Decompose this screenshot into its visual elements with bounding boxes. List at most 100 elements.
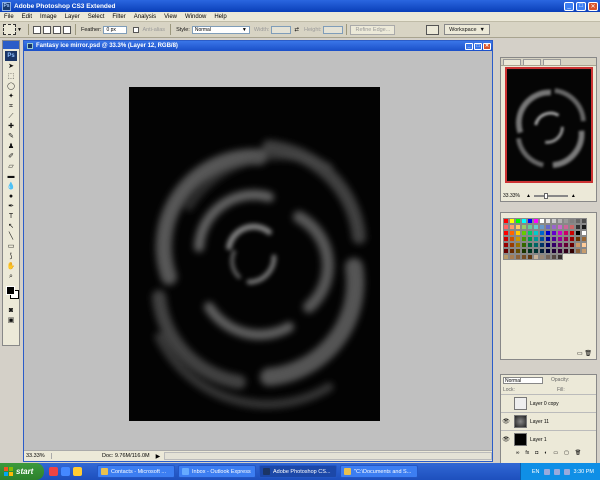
layer-mask-icon[interactable]: ◘ [535,450,538,456]
tab-info[interactable] [543,59,561,65]
menu-file[interactable]: File [0,14,18,20]
adjustment-layer-icon[interactable]: ◐ [544,450,547,456]
language-indicator[interactable]: EN [532,469,540,475]
menu-view[interactable]: View [160,14,181,20]
menu-layer[interactable]: Layer [61,14,84,20]
document-title-bar[interactable]: Fantasy ice mirror.psd @ 33.3% (Layer 12… [24,41,492,51]
palette-well-icon[interactable] [426,24,440,35]
subtract-from-selection-icon[interactable] [52,25,61,34]
new-group-icon[interactable]: ▭ [553,450,558,456]
layer-style-icon[interactable]: fx [525,450,529,456]
blur-tool-icon[interactable]: 💧 [5,183,17,191]
menu-image[interactable]: Image [36,14,61,20]
start-button[interactable]: start [0,463,44,480]
type-tool-icon[interactable]: T [5,213,17,221]
path-selection-tool-icon[interactable]: ↖ [5,223,17,231]
zoom-level-field[interactable]: 33.33% [24,453,52,459]
taskbar-button-inbox[interactable]: Inbox - Outlook Express [178,465,256,478]
taskbar-button-contacts[interactable]: Contacts - Microsoft ... [97,465,175,478]
photoshop-logo-icon[interactable]: Ps [5,51,17,61]
blend-mode-select[interactable]: Normal [503,376,543,384]
quick-launch-icon[interactable] [49,467,58,476]
tab-histogram[interactable] [523,59,541,65]
navigator-zoom-slider[interactable] [533,192,568,199]
eye-icon[interactable]: 👁 [501,436,511,443]
add-to-selection-icon[interactable] [42,25,51,34]
swap-dimensions-icon[interactable]: ⇄ [294,27,299,33]
healing-brush-tool-icon[interactable]: ✚ [5,123,17,131]
brush-tool-icon[interactable]: ✎ [5,133,17,141]
zoom-out-icon[interactable]: ▲ [526,193,531,199]
screen-mode-icon[interactable]: ▣ [5,317,17,325]
new-selection-icon[interactable] [32,25,41,34]
tray-icon[interactable] [543,468,550,475]
color-swatch[interactable] [557,254,563,260]
image-canvas[interactable] [129,87,380,421]
volume-icon[interactable] [563,468,570,475]
style-select[interactable]: Normal ▼ [191,25,250,34]
height-input[interactable] [323,25,344,34]
antialias-checkbox[interactable] [133,26,140,33]
move-tool-icon[interactable]: ➤ [5,63,17,71]
dodge-tool-icon[interactable]: ● [5,193,17,201]
menu-edit[interactable]: Edit [18,14,36,20]
slider-knob[interactable] [543,192,548,199]
foreground-color[interactable] [6,286,15,295]
width-input[interactable] [271,25,292,34]
new-layer-icon[interactable]: ▢ [564,450,569,456]
status-menu-arrow-icon[interactable]: ▶ [156,453,161,460]
quick-launch-icon[interactable] [73,467,82,476]
tab-navigator[interactable] [503,59,521,65]
eyedropper-tool-icon[interactable]: ⟆ [5,253,17,261]
eraser-tool-icon[interactable]: ▱ [5,163,17,171]
tray-icon[interactable] [553,468,560,475]
zoom-in-icon[interactable]: ▲ [571,193,576,199]
workspace-button[interactable]: Workspace ▼ [444,24,490,35]
panel-grip[interactable] [3,41,19,49]
magic-wand-tool-icon[interactable]: ✦ [5,93,17,101]
gradient-tool-icon[interactable]: ▬ [5,173,17,181]
layer-row[interactable]: 👁 Layer 11 [501,412,596,430]
navigator-zoom[interactable]: 33.33% [503,193,520,199]
horizontal-scrollbar[interactable] [164,452,492,460]
hand-tool-icon[interactable]: ✋ [5,263,17,271]
shape-tool-icon[interactable]: ╲ [5,233,17,241]
feather-input[interactable]: 0 px [103,25,128,34]
layer-row[interactable]: Layer 0 copy [501,394,596,412]
menu-analysis[interactable]: Analysis [130,14,160,20]
layer-row[interactable]: 👁 Layer 1 [501,430,596,448]
pen-tool-icon[interactable]: ✒ [5,203,17,211]
zoom-tool-icon[interactable]: ⌕ [5,273,17,281]
slice-tool-icon[interactable]: ⟋ [5,113,17,121]
close-button[interactable]: ✕ [588,1,598,11]
lasso-tool-icon[interactable]: ◯ [5,83,17,91]
navigator-thumbnail[interactable] [505,67,593,183]
marquee-tool-preset-icon[interactable] [3,24,16,35]
quick-mask-icon[interactable]: ◙ [5,307,17,315]
menu-filter[interactable]: Filter [108,14,129,20]
refine-edge-button[interactable]: Refine Edge... [350,24,396,35]
delete-swatch-icon[interactable]: 🗑 [584,351,592,357]
clone-stamp-tool-icon[interactable]: ♟ [5,143,17,151]
color-swatch[interactable] [581,248,587,254]
notes-tool-icon[interactable]: ▭ [5,243,17,251]
menu-select[interactable]: Select [84,14,109,20]
menu-help[interactable]: Help [210,14,230,20]
quick-launch-icon[interactable] [61,467,70,476]
canvas-area[interactable] [24,51,492,447]
doc-maximize-button[interactable]: □ [474,42,482,50]
clock[interactable]: 3:30 PM [574,469,594,475]
maximize-button[interactable]: □ [576,1,586,11]
doc-minimize-button[interactable]: _ [465,42,473,50]
link-layers-icon[interactable]: ∞ [516,450,520,456]
intersect-selection-icon[interactable] [62,25,71,34]
eye-icon[interactable]: 👁 [501,418,511,425]
marquee-tool-icon[interactable]: ⬚ [5,73,17,81]
chevron-down-icon[interactable]: ▼ [17,27,22,33]
delete-layer-icon[interactable]: 🗑 [575,450,581,456]
history-brush-tool-icon[interactable]: ✐ [5,153,17,161]
new-swatch-icon[interactable]: ▭ [577,351,583,357]
doc-close-button[interactable]: ✕ [483,42,491,50]
taskbar-button-photoshop[interactable]: Adobe Photoshop CS... [259,465,337,478]
taskbar-button-explorer[interactable]: "C:\Documents and S... [340,465,418,478]
